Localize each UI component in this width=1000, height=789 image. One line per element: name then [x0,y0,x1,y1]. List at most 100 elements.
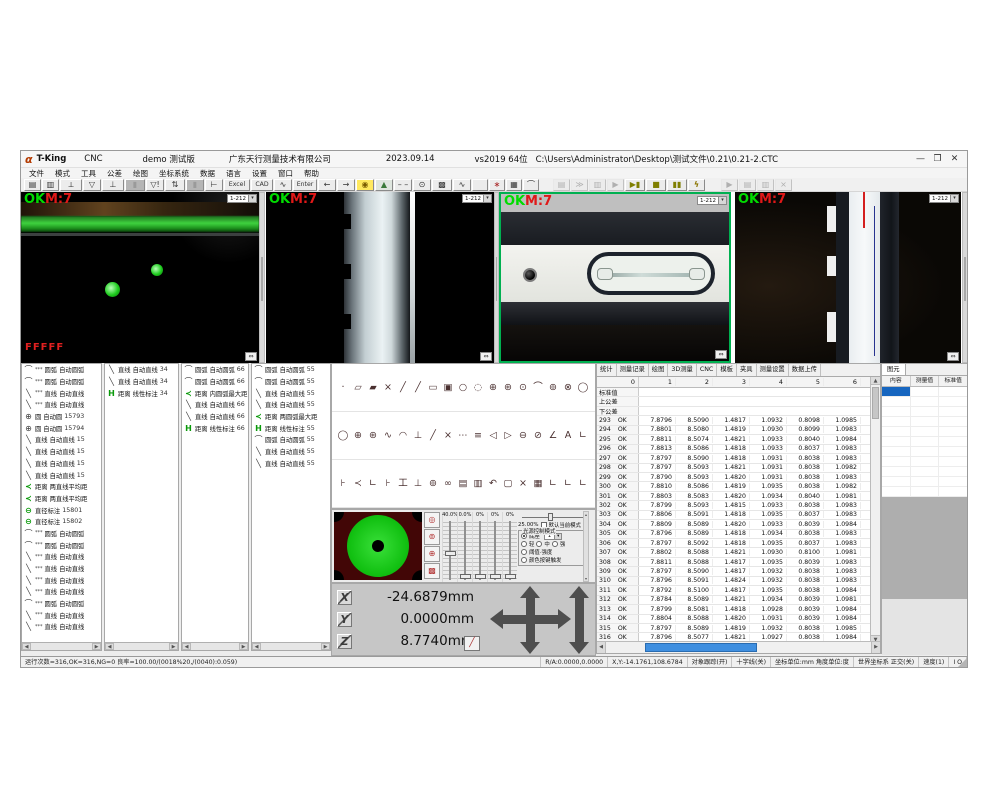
table-row[interactable]: 307OK7.88028.50881.48211.09300.81001.098… [597,548,871,557]
table-row[interactable]: 313OK7.87998.50811.48181.09280.80391.098… [597,605,871,614]
scroll-left-icon[interactable]: ◀ [182,643,191,650]
tab-模板[interactable]: 模板 [717,364,737,376]
ring-segment-button[interactable]: ⊚ [424,529,440,545]
feature-row[interactable]: ≺距离内圆弧最大距 [182,387,248,399]
element-cell[interactable] [911,417,940,426]
measure-tool-button[interactable]: ⊛ [501,381,515,395]
camera-view-1[interactable]: OK M:7 FFFFF 1-212 ▾ ⇔ [21,192,259,363]
camera2-zoom-select[interactable]: 1-212 ▾ [462,194,492,203]
measure-tool-button[interactable]: ⊕ [351,429,365,443]
table-row[interactable]: 309OK7.87978.50901.48171.09320.80381.098… [597,567,871,576]
camera3-resize-handle[interactable]: ⇔ [715,350,727,359]
measure-tool-button[interactable]: × [381,381,395,395]
camera1-resize-handle[interactable]: ⇔ [245,352,257,361]
element-cell[interactable] [939,487,968,496]
toolbar-button[interactable]: ⊢ [205,179,223,191]
measure-tool-button[interactable]: ∟ [546,477,560,491]
element-cell[interactable] [911,397,940,406]
menu-item-工具[interactable]: 工具 [81,168,96,179]
feature-row[interactable]: ╲直线自动直线66 [182,399,248,411]
toolbar-button[interactable]: ▮ [186,179,204,191]
measure-tool-button[interactable]: ╱ [396,381,410,395]
element-cell[interactable] [911,487,940,496]
measure-tool-button[interactable]: ▤ [456,477,470,491]
measure-tool-button[interactable]: ⋯ [456,429,470,443]
toolbar-button[interactable]: ▤ [739,179,756,191]
menu-item-窗口[interactable]: 窗口 [278,168,293,179]
camera1-scrollbar[interactable] [259,192,265,363]
light-slider-2[interactable]: 0.0% [457,512,472,582]
measure-tool-button[interactable]: ◯ [336,429,350,443]
feature-row[interactable]: ╲***直线自动直线 [22,586,101,598]
toolbar-button[interactable]: ▶▮ [625,179,645,191]
element-cell[interactable] [911,477,940,486]
color-key-radio[interactable] [521,557,527,563]
table-horizontal-scrollbar[interactable]: ◀ ▶ [597,641,880,653]
list-scrollbar[interactable]: ◀▶ [22,642,101,650]
tab-elements[interactable]: 图元 [882,364,906,375]
feature-row[interactable]: ╲直线自动直线55 [252,458,330,470]
toolbar-button[interactable]: ⊙ [413,179,431,191]
slider-thumb[interactable] [505,574,516,579]
toolbar-button[interactable]: ∿ [274,179,292,191]
feature-row[interactable]: ≺距离两圆弧最大距 [252,411,330,423]
measure-tool-button[interactable]: ◌ [471,381,485,395]
table-row[interactable]: 295OK7.88118.50741.48211.09330.80401.098… [597,435,871,444]
chevron-down-icon[interactable]: ▾ [248,195,256,202]
menu-item-帮助[interactable]: 帮助 [304,168,319,179]
tab-3D测量[interactable]: 3D测量 [668,364,696,376]
feature-row[interactable]: ⊖直径标注15802 [22,516,101,528]
feature-row[interactable]: ╲***直线自动直线 [22,609,101,621]
menu-item-文件[interactable]: 文件 [29,168,44,179]
element-cell[interactable] [882,447,911,456]
chevron-down-icon[interactable]: ▾ [718,197,726,204]
feature-row[interactable]: ⌒***圆弧自动圆弧 [22,376,101,388]
measure-tool-button[interactable]: ▷ [501,429,515,443]
slider-thumb[interactable] [548,513,553,521]
list-scrollbar[interactable]: ◀▶ [182,642,248,650]
diagonal-move-button[interactable]: ╱ [464,636,480,651]
tab-CNC[interactable]: CNC [697,364,718,376]
toolbar-button[interactable]: ≫ [571,179,588,191]
element-cell[interactable] [882,397,911,406]
ring-segment-button[interactable]: ◎ [424,512,440,528]
table-row[interactable]: 299OK7.87908.50931.48201.09310.80381.098… [597,473,871,482]
feature-row[interactable]: ╲直线自动直线15 [22,434,101,446]
toolbar-button[interactable]: ▩ [432,179,452,191]
light-mid-radio[interactable] [536,541,542,547]
chevron-down-icon[interactable]: ▾ [950,195,958,202]
scroll-left-icon[interactable]: ◀ [105,643,114,650]
measure-tool-button[interactable]: ∟ [366,477,380,491]
table-row[interactable]: 296OK7.88138.50861.48181.09330.80371.098… [597,445,871,454]
measure-tool-button[interactable]: ⊥ [411,477,425,491]
element-cell[interactable] [882,417,911,426]
measure-tool-button[interactable]: ◠ [396,429,410,443]
table-row[interactable]: 315OK7.87978.50891.48191.09320.80381.098… [597,624,871,633]
measure-tool-button[interactable]: ∿ [381,429,395,443]
light-slider-3[interactable]: 0% [472,512,487,582]
tab-测量设置[interactable]: 测量设置 [757,364,789,376]
tab-数据上传[interactable]: 数据上传 [789,364,821,376]
element-row[interactable] [882,427,968,437]
feature-row[interactable]: ≺距离两直线平均距 [22,481,101,493]
feature-row[interactable]: ╲直线自动直线34 [105,364,178,376]
element-cell[interactable] [882,427,911,436]
element-row[interactable] [882,417,968,427]
element-cell[interactable] [911,437,940,446]
tab-统计[interactable]: 统计 [597,364,617,376]
element-cell[interactable] [882,457,911,466]
element-row[interactable] [882,487,968,497]
slider-thumb[interactable] [475,574,486,579]
feature-row[interactable]: ╲直线自动直线15 [22,446,101,458]
menu-item-设置[interactable]: 设置 [252,168,267,179]
measure-tool-button[interactable]: ∟ [561,477,575,491]
table-row[interactable]: 304OK7.88098.50891.48201.09330.80391.098… [597,520,871,529]
camera-view-2[interactable]: OK M:7 1-212 ▾ ⇔ [266,192,494,363]
toolbar-button[interactable]: ▥ [757,179,774,191]
light-slider-4[interactable]: 0% [487,512,502,582]
measure-tool-button[interactable]: ⊦ [381,477,395,491]
light-strong-radio[interactable] [552,541,558,547]
element-row[interactable] [882,397,968,407]
measure-tool-button[interactable]: ∟ [576,477,590,491]
feature-row[interactable]: ⌒***圆弧自动圆弧 [22,364,101,376]
